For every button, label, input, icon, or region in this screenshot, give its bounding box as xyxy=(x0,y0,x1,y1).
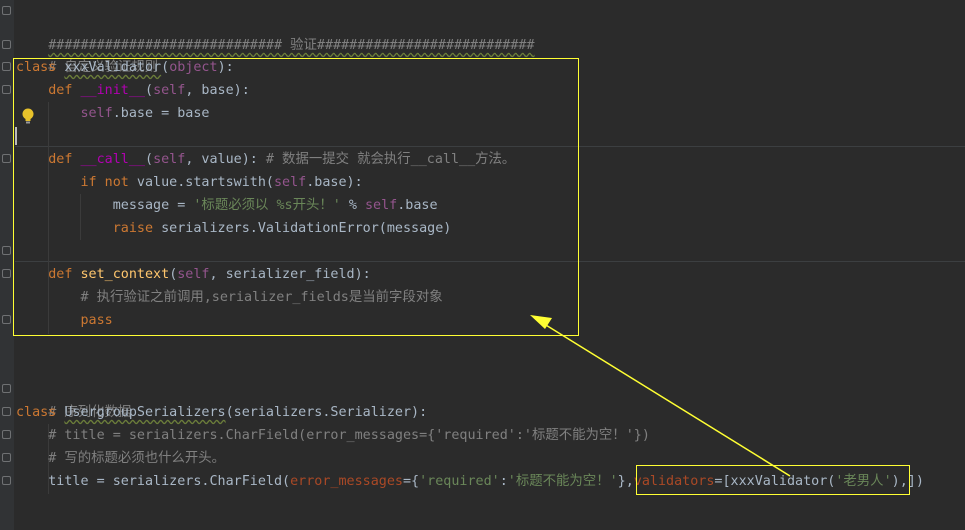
annotation-arrow xyxy=(530,315,791,477)
